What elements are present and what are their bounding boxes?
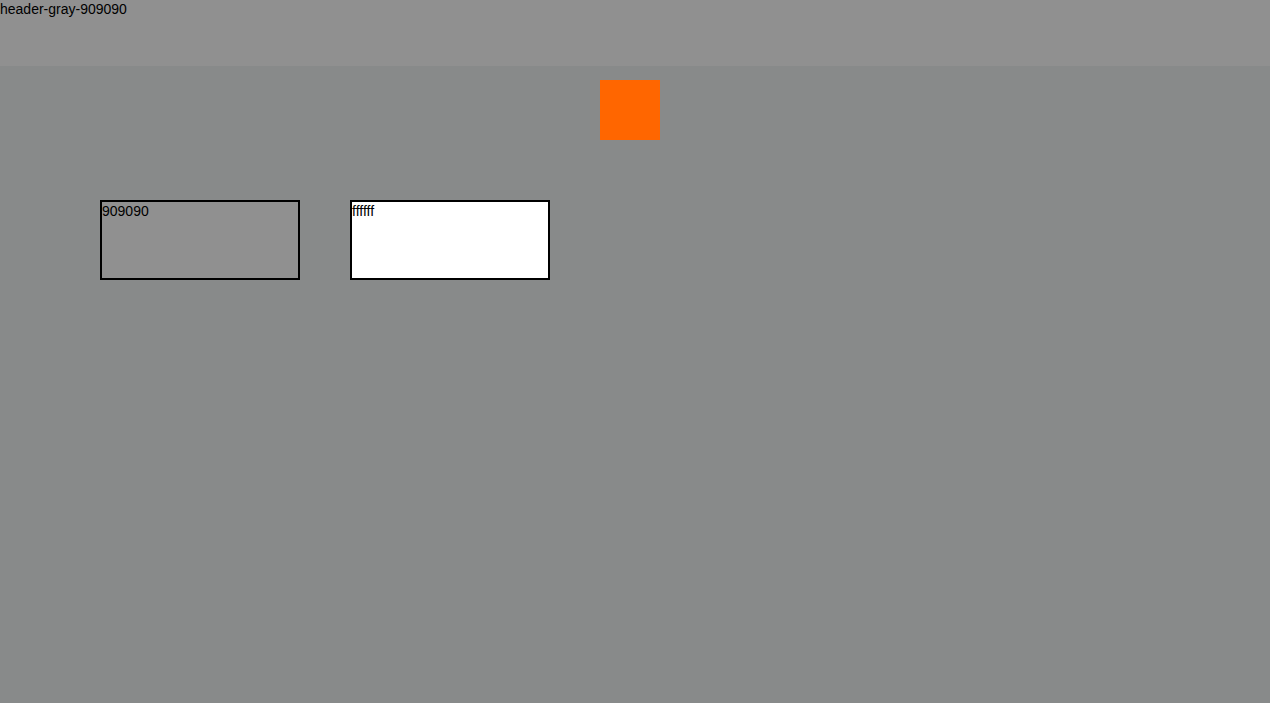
page: header-gray-909090 909090 ffffff xyxy=(0,0,1270,703)
marker xyxy=(600,80,660,140)
whitebox: ffffff xyxy=(350,200,550,280)
graybox: 909090 xyxy=(100,200,300,280)
y: 909090 xyxy=(102,203,149,219)
header: header-gray-909090 xyxy=(0,0,1270,66)
z: ffffff xyxy=(352,203,374,219)
x: header-gray-909090 xyxy=(0,1,127,17)
